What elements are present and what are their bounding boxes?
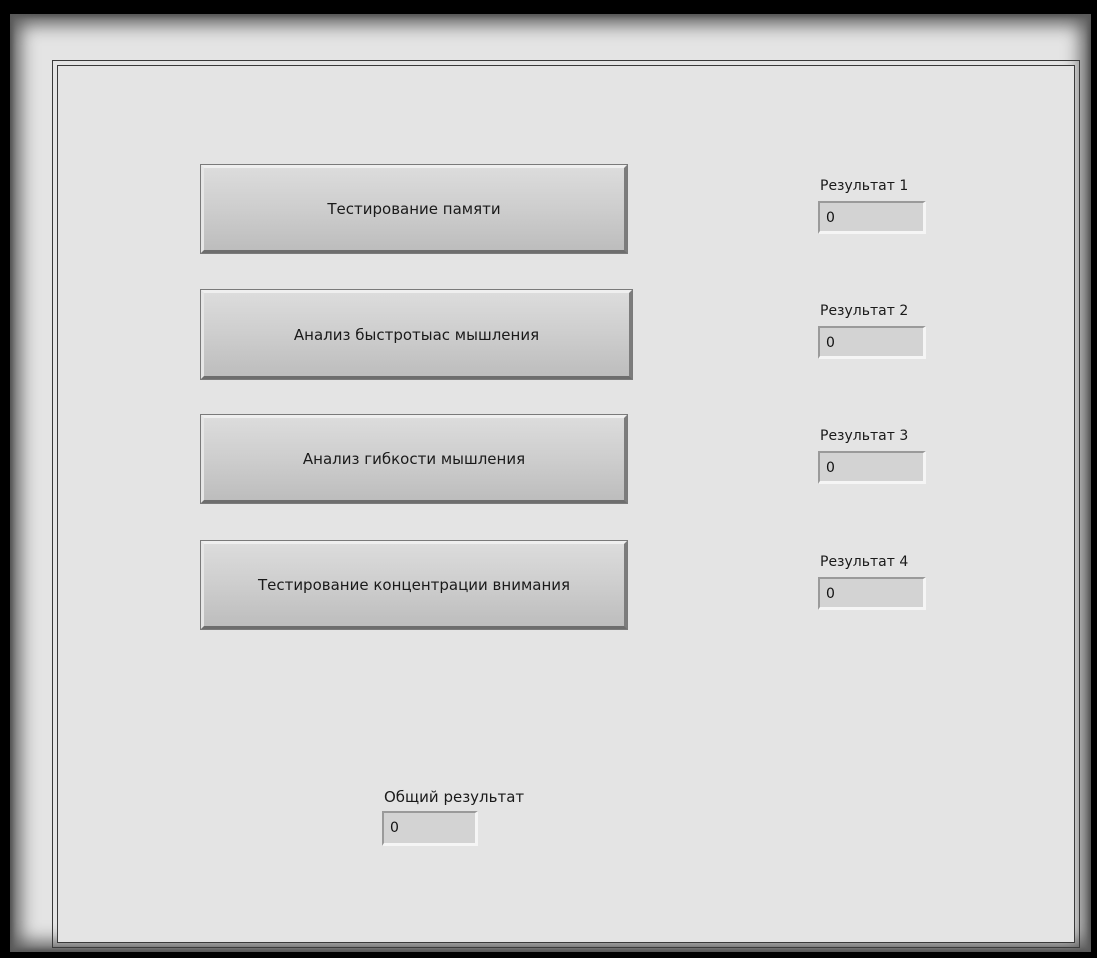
result-2-label: Результат 2 [820, 303, 909, 319]
result-1-field: 0 [818, 201, 926, 234]
result-4-field: 0 [818, 577, 926, 610]
result-3-label: Результат 3 [820, 428, 909, 444]
result-2-field: 0 [818, 326, 926, 359]
memory-test-button[interactable]: Тестирование памяти [200, 164, 628, 254]
total-result-field: 0 [382, 811, 478, 846]
result-1-label: Результат 1 [820, 178, 909, 194]
thinking-speed-button[interactable]: Анализ быстротыас мышления [200, 289, 633, 380]
attention-test-button[interactable]: Тестирование концентрации внимания [200, 540, 628, 630]
thinking-flexibility-button[interactable]: Анализ гибкости мышления [200, 414, 628, 504]
total-result-label: Общий результат [384, 788, 525, 806]
result-3-field: 0 [818, 451, 926, 484]
result-4-label: Результат 4 [820, 554, 909, 570]
